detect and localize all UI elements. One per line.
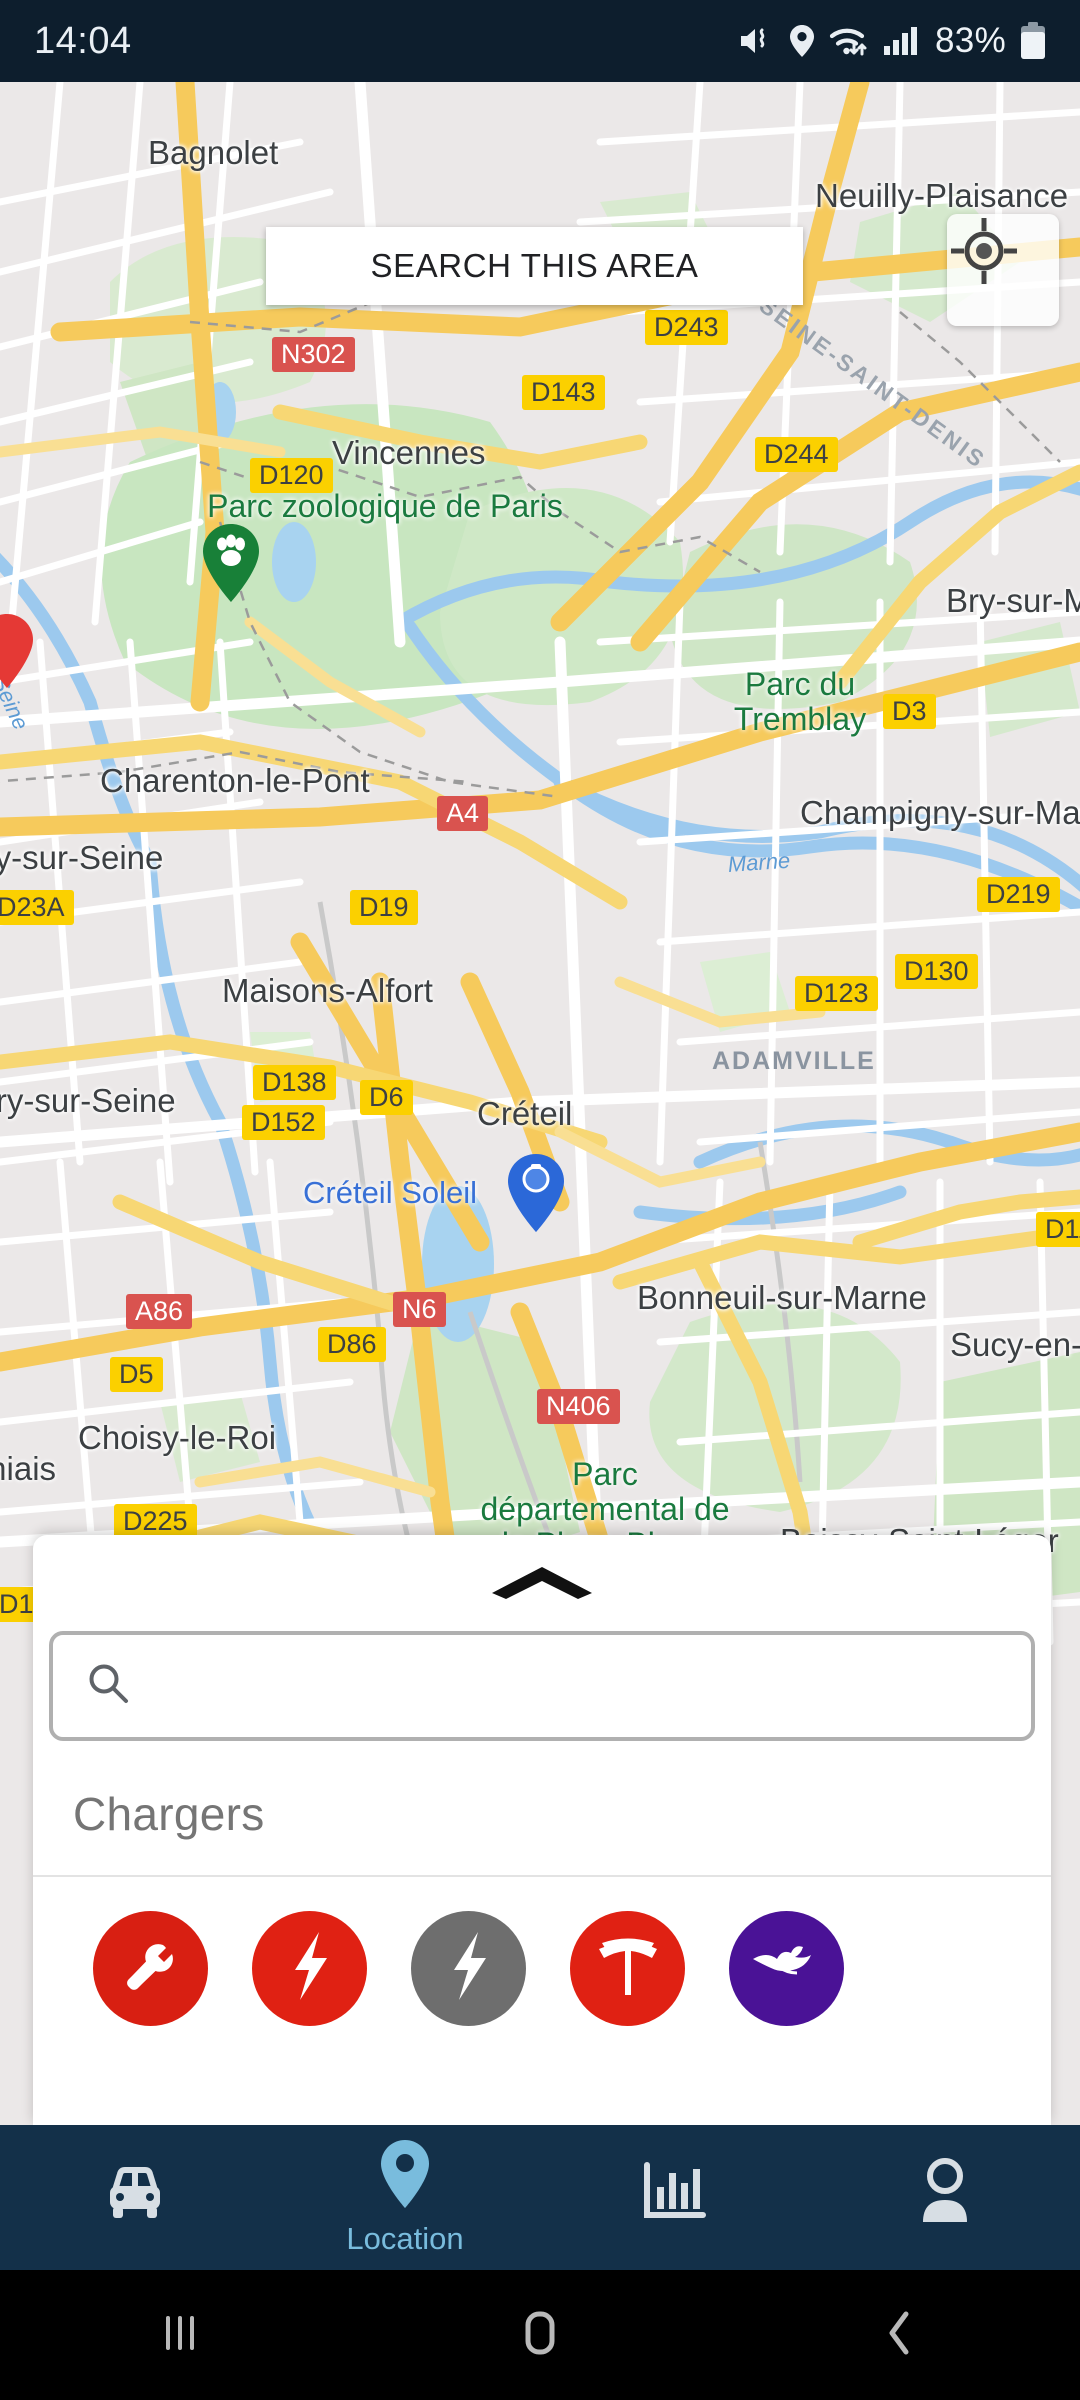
chip-fastcharge[interactable] bbox=[252, 1911, 367, 2026]
map-city-label: Maisons-Alfort bbox=[222, 972, 433, 1009]
search-input[interactable] bbox=[151, 1666, 1031, 1706]
recents-button[interactable] bbox=[0, 2308, 360, 2363]
road-shield: D19 bbox=[350, 890, 418, 925]
road-shield: D11 bbox=[1036, 1212, 1080, 1247]
map-river-label: Marne bbox=[727, 847, 791, 877]
nav-stats[interactable] bbox=[540, 2125, 810, 2270]
road-shield: D244 bbox=[755, 437, 838, 472]
road-shield: D152 bbox=[242, 1105, 325, 1140]
search-this-area-button[interactable]: SEARCH THIS AREA bbox=[266, 227, 803, 305]
map-park-label: Parc zoologique de Paris bbox=[207, 488, 563, 524]
charger-filter-chips bbox=[33, 1877, 1051, 2026]
map-pin-icon bbox=[377, 2138, 433, 2215]
road-shield: D120 bbox=[250, 458, 333, 493]
bolt-icon bbox=[278, 1930, 342, 2007]
wifi-icon bbox=[829, 24, 869, 58]
android-navigation-bar bbox=[0, 2270, 1080, 2400]
road-shield: N6 bbox=[393, 1292, 446, 1327]
chip-tesla[interactable] bbox=[570, 1911, 685, 2026]
road-shield: D3 bbox=[883, 694, 936, 729]
home-icon bbox=[514, 2307, 566, 2364]
nav-location-label: Location bbox=[346, 2221, 464, 2256]
status-bar: 14:04 83% bbox=[0, 0, 1080, 82]
map-poi-label: Créteil Soleil bbox=[303, 1175, 478, 1210]
chip-bird[interactable] bbox=[729, 1911, 844, 2026]
section-title-chargers: Chargers bbox=[33, 1741, 1051, 1877]
map-city-label: Bagnolet bbox=[148, 134, 279, 171]
back-button[interactable] bbox=[720, 2307, 1080, 2364]
bottom-sheet[interactable]: Chargers bbox=[33, 1535, 1051, 2125]
battery-icon bbox=[1020, 22, 1046, 60]
recents-icon bbox=[154, 2308, 206, 2363]
mute-vibrate-icon bbox=[739, 25, 775, 57]
map-neighborhood-label: ADAMVILLE bbox=[712, 1047, 876, 1075]
nav-location[interactable]: Location bbox=[270, 2125, 540, 2270]
road-shield: N406 bbox=[537, 1389, 620, 1424]
home-button[interactable] bbox=[360, 2307, 720, 2364]
nav-account[interactable] bbox=[810, 2125, 1080, 2270]
road-shield: D5 bbox=[110, 1357, 163, 1392]
bird-icon bbox=[749, 1941, 825, 1996]
map-city-label: Bonneuil-sur-Marne bbox=[637, 1279, 927, 1316]
locate-me-button[interactable] bbox=[947, 214, 1059, 326]
car-icon bbox=[99, 2161, 171, 2228]
road-shield: D123 bbox=[795, 976, 878, 1011]
road-shield: A4 bbox=[437, 796, 489, 831]
road-shield: D225 bbox=[114, 1504, 197, 1539]
status-icons: 83% bbox=[739, 21, 1046, 61]
map-park-label: Parc du Tremblay bbox=[733, 666, 867, 738]
road-shield: D143 bbox=[522, 375, 605, 410]
status-clock: 14:04 bbox=[34, 19, 132, 62]
map-city-label: Vincennes bbox=[332, 434, 486, 471]
road-shield: D138 bbox=[253, 1065, 336, 1100]
road-shield: D130 bbox=[895, 954, 978, 989]
tesla-t-icon bbox=[589, 1933, 667, 2004]
nav-vehicle[interactable] bbox=[0, 2125, 270, 2270]
map-city-label: Thiais bbox=[0, 1450, 57, 1487]
search-icon bbox=[85, 1661, 131, 1712]
signal-icon bbox=[883, 26, 918, 56]
sheet-search-wrapper bbox=[33, 1631, 1051, 1741]
phone-screen: 14:04 83% Bagnolet Neuilly-Plaisance Vin… bbox=[0, 0, 1080, 2400]
map-city-label: Bry-sur-Marne bbox=[946, 582, 1080, 619]
map-city-label: Champigny-sur-Marne bbox=[800, 794, 1080, 831]
sheet-drag-handle[interactable] bbox=[33, 1535, 1051, 1631]
map-city-label: Ivry-sur-Seine bbox=[0, 839, 164, 876]
bar-chart-icon bbox=[639, 2159, 711, 2230]
road-shield: N302 bbox=[272, 337, 355, 372]
search-field-container[interactable] bbox=[49, 1631, 1035, 1741]
chevron-up-icon bbox=[486, 1561, 598, 1606]
location-icon bbox=[789, 24, 815, 58]
map-city-label: Créteil bbox=[477, 1095, 573, 1132]
chip-repair[interactable] bbox=[93, 1911, 208, 2026]
map-city-label: Neuilly-Plaisance bbox=[815, 177, 1069, 214]
wrench-icon bbox=[116, 1931, 186, 2006]
bolt-icon bbox=[437, 1930, 501, 2007]
map-city-label: Sucy-en-Brie bbox=[950, 1326, 1080, 1363]
battery-percent: 83% bbox=[935, 21, 1006, 60]
road-shield: D219 bbox=[977, 877, 1060, 912]
chip-charge[interactable] bbox=[411, 1911, 526, 2026]
map-city-label: Charenton-le-Pont bbox=[100, 762, 370, 799]
road-shield: A86 bbox=[126, 1294, 193, 1329]
road-shield: D243 bbox=[645, 310, 728, 345]
road-shield: D6 bbox=[360, 1080, 413, 1115]
road-shield: D86 bbox=[318, 1327, 386, 1362]
map-city-label: Choisy-le-Roi bbox=[78, 1419, 277, 1456]
back-icon bbox=[878, 2307, 922, 2364]
bottom-navigation-bar: Location bbox=[0, 2125, 1080, 2270]
map-city-label: Vitry-sur-Seine bbox=[0, 1082, 176, 1119]
road-shield: D23A bbox=[0, 890, 74, 925]
person-icon bbox=[913, 2156, 977, 2233]
